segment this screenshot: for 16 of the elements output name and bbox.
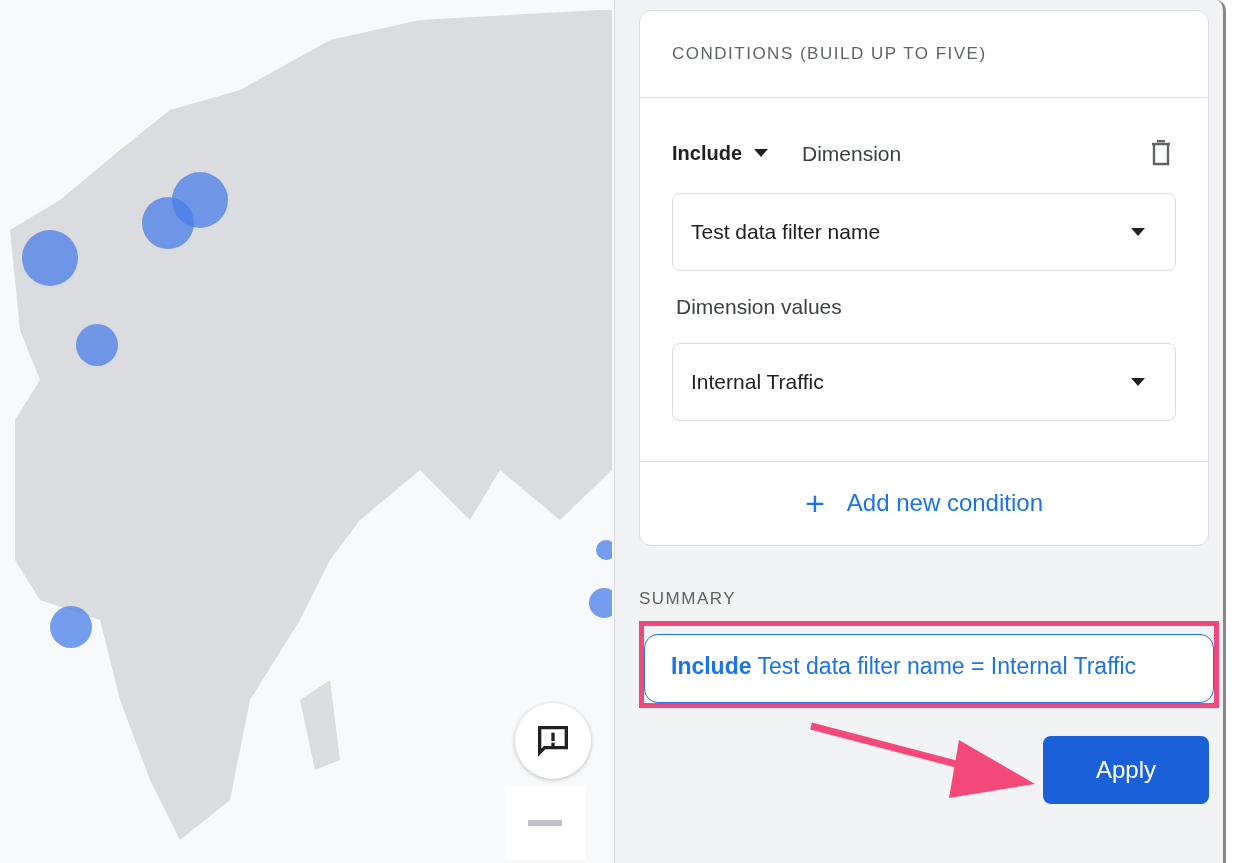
condition-type-label: Dimension — [802, 140, 902, 167]
summary-text: Include Test data filter name = Internal Traffic — [644, 634, 1214, 704]
add-condition-button[interactable]: + Add new condition — [805, 461, 1043, 545]
caret-icon — [754, 149, 768, 158]
field-label: Dimension values — [676, 294, 843, 320]
caret-icon — [1131, 377, 1145, 386]
section-heading: SUMMARY — [639, 587, 738, 610]
apply-button[interactable]: Apply — [1043, 736, 1209, 805]
section-heading: CONDITIONS (BUILD UP TO FIVE) — [640, 11, 1208, 98]
include-dropdown[interactable]: Include — [672, 138, 768, 169]
minus-icon — [528, 820, 562, 826]
trash-icon — [1150, 140, 1172, 167]
caret-icon — [1131, 228, 1145, 236]
delete-button[interactable] — [1150, 140, 1172, 167]
dimension-values-select[interactable]: Internal Traffic — [672, 342, 1176, 421]
dimension-select[interactable]: Test data filter name — [672, 193, 1176, 271]
